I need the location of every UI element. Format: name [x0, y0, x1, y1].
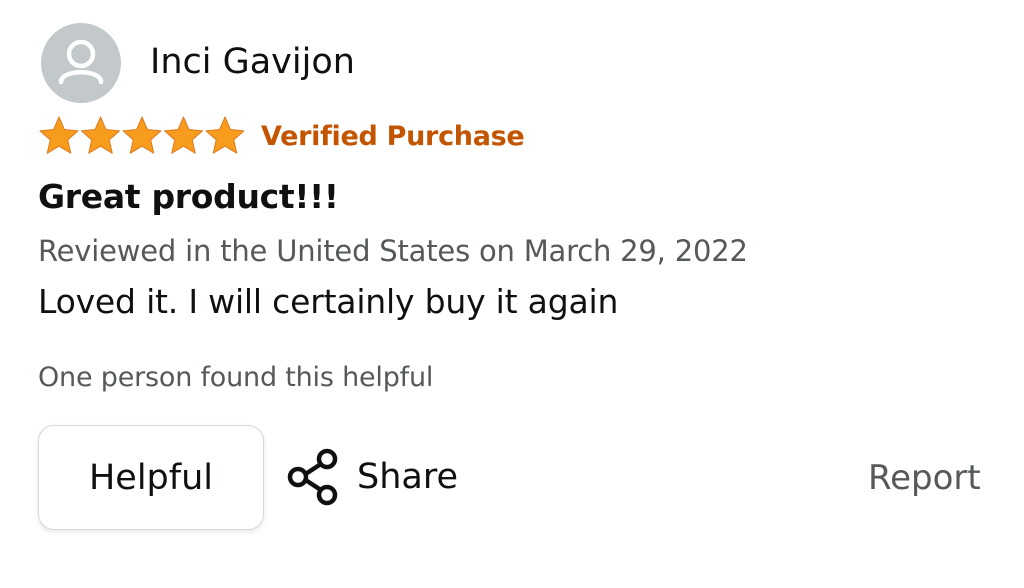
share-button[interactable]: Share: [287, 447, 458, 507]
star-icon: [39, 116, 79, 154]
review-date: Reviewed in the United States on March 2…: [38, 234, 748, 268]
customer-review: Inci Gavijon Verified Purchase Great pro…: [0, 0, 1024, 588]
review-title: Great product!!!: [38, 177, 339, 216]
avatar: [41, 23, 121, 103]
share-icon: [287, 448, 338, 506]
user-silhouette-icon: [58, 39, 104, 85]
verified-purchase-badge: Verified Purchase: [261, 121, 525, 152]
helpful-count: One person found this helpful: [38, 362, 434, 393]
review-body: Loved it. I will certainly buy it again: [38, 282, 619, 321]
star-icon: [80, 116, 121, 154]
star-rating: [39, 116, 244, 154]
reviewer-name[interactable]: Inci Gavijon: [150, 40, 355, 84]
report-link[interactable]: Report: [868, 456, 981, 500]
star-icon: [122, 116, 162, 154]
star-icon: [163, 116, 204, 154]
helpful-button[interactable]: Helpful: [38, 425, 264, 530]
share-label: Share: [357, 457, 459, 497]
star-icon: [205, 116, 244, 154]
